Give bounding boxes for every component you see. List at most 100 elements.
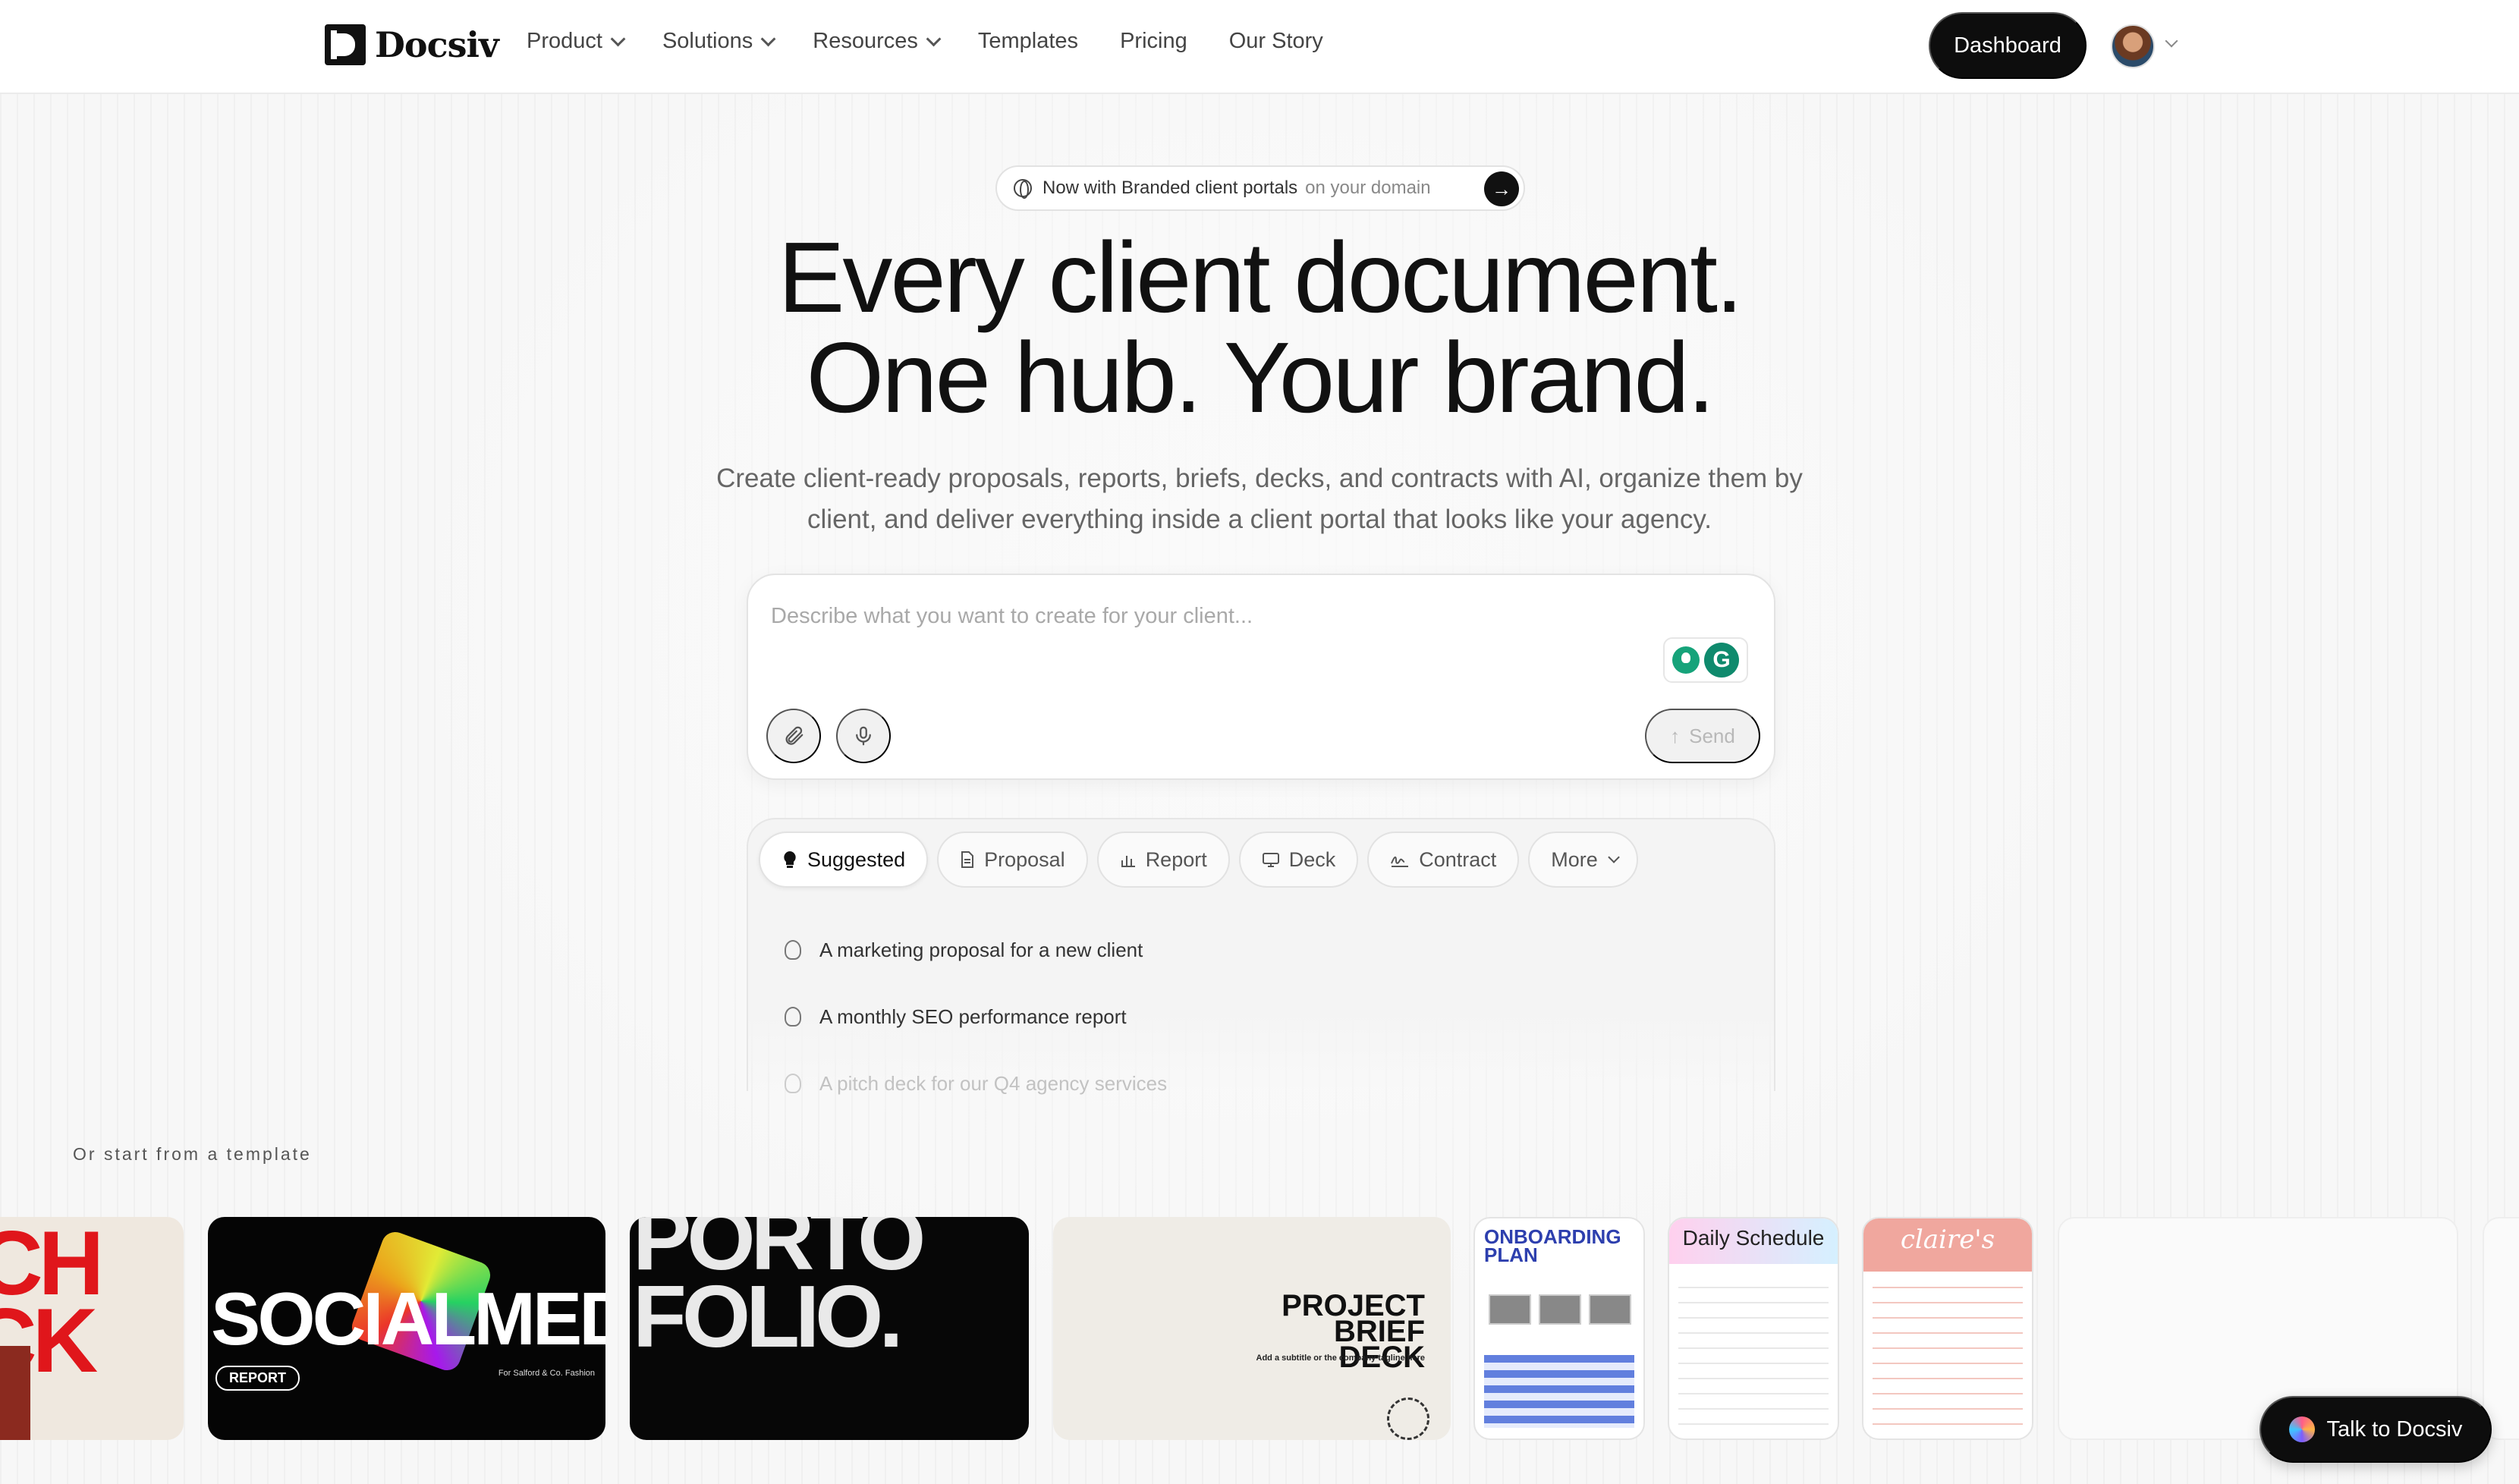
tab-label: Suggested <box>807 847 906 871</box>
ai-assistant-icon[interactable] <box>1672 646 1700 674</box>
extension-icons[interactable]: G <box>1663 637 1748 683</box>
brand-logo[interactable]: Docsiv <box>325 24 499 65</box>
grammarly-icon[interactable]: G <box>1704 643 1739 678</box>
sun-graphic <box>1387 1398 1429 1440</box>
prompt-box: G ↑ Send <box>747 574 1775 780</box>
tab-label: More <box>1551 847 1598 871</box>
template-card-partial[interactable] <box>2483 1217 2519 1440</box>
arrow-up-icon: ↑ <box>1670 724 1681 747</box>
globe-icon <box>1014 179 1032 199</box>
card-title: claire's <box>1900 1225 1995 1255</box>
tab-label: Report <box>1145 847 1207 871</box>
send-button[interactable]: ↑ Send <box>1645 709 1760 763</box>
badge-sub-text: on your domain <box>1305 178 1431 198</box>
suggestion-item[interactable]: A marketing proposal for a new client <box>785 916 1167 983</box>
headline-line-1: Every client document. <box>778 222 1743 333</box>
talk-to-docsiv-button[interactable]: Talk to Docsiv <box>2260 1396 2492 1463</box>
report-tag: REPORT <box>215 1366 300 1391</box>
building-image <box>0 1346 30 1440</box>
template-card-project-brief[interactable]: PROJECT BRIEF DECK Add a subtitle or the… <box>1053 1217 1451 1440</box>
nav-link-our-story[interactable]: Our Story <box>1229 29 1323 54</box>
chevron-down-icon <box>926 31 942 46</box>
nav-link-label: Our Story <box>1228 29 1323 53</box>
page-title: Every client document. One hub. Your bra… <box>0 228 2519 428</box>
presentation-icon <box>1262 853 1279 867</box>
tab-label: Deck <box>1288 847 1336 871</box>
tab-report[interactable]: Report <box>1096 832 1230 888</box>
brand-name: Docsiv <box>375 24 499 65</box>
schedule-table <box>1873 1287 2023 1429</box>
microphone-button[interactable] <box>836 709 891 763</box>
suggestion-tabs: Suggested Proposal Report Deck Contract … <box>759 832 1638 888</box>
avatar[interactable] <box>2111 24 2155 68</box>
team-photo <box>1589 1294 1631 1325</box>
nav-link-templates[interactable]: Templates <box>978 29 1078 54</box>
paperclip-icon <box>785 726 804 745</box>
nav-link-solutions[interactable]: Solutions <box>662 29 776 54</box>
hero-subheading: Create client-ready proposals, reports, … <box>716 464 1803 534</box>
template-card-pitch-deck[interactable]: CH CK <box>0 1217 184 1440</box>
nav-links: Product Solutions Resources Templates Pr… <box>527 29 1365 54</box>
announcement-badge[interactable]: Now with Branded client portals on your … <box>995 165 1525 211</box>
team-photo <box>1539 1294 1581 1325</box>
chevron-down-icon <box>1608 850 1620 863</box>
template-card-portfolio[interactable]: PORTO FOLIO. <box>630 1217 1029 1440</box>
chevron-down-icon[interactable] <box>2165 34 2178 48</box>
template-card-claires[interactable]: claire's <box>1862 1217 2033 1440</box>
logo-icon <box>325 24 366 65</box>
signature-icon <box>1391 856 1409 867</box>
tab-more[interactable]: More <box>1528 832 1638 888</box>
chevron-down-icon <box>610 31 626 46</box>
bulb-icon <box>785 1074 801 1093</box>
nav-link-pricing[interactable]: Pricing <box>1120 29 1187 54</box>
top-nav: Docsiv Product Solutions Resources Templ… <box>0 0 2519 94</box>
suggestion-text: A monthly SEO performance report <box>819 1005 1127 1028</box>
bulb-icon <box>785 1007 801 1027</box>
bulb-icon <box>784 851 796 868</box>
send-label: Send <box>1689 724 1735 747</box>
suggestion-item[interactable]: A pitch deck for our Q4 agency services <box>785 1050 1167 1117</box>
card-subtitle: Add a subtitle or the company tagline he… <box>1256 1354 1425 1363</box>
nav-link-resources[interactable]: Resources <box>813 29 942 54</box>
sparkle-icon <box>2288 1416 2315 1442</box>
templates-label: Or start from a template <box>73 1144 312 1164</box>
dashboard-button[interactable]: Dashboard <box>1929 12 2087 79</box>
nav-link-product[interactable]: Product <box>527 29 626 54</box>
arrow-right-icon: → <box>1484 171 1519 206</box>
suggestion-text: A pitch deck for our Q4 agency services <box>819 1071 1168 1095</box>
schedule-table <box>1678 1287 1829 1429</box>
card-title: SOCIALMEDIA <box>211 1277 605 1360</box>
card-title-line: PLAN <box>1484 1243 1538 1266</box>
nav-link-label: Solutions <box>662 29 753 53</box>
nav-link-label: Resources <box>813 29 918 53</box>
template-card-onboarding[interactable]: ONBOARDING PLAN <box>1473 1217 1645 1440</box>
tab-label: Proposal <box>984 847 1065 871</box>
card-title: Daily Schedule <box>1682 1226 1825 1250</box>
template-card-daily-schedule[interactable]: Daily Schedule <box>1668 1217 1839 1440</box>
talk-label: Talk to Docsiv <box>2326 1416 2463 1442</box>
prompt-input[interactable] <box>771 593 1681 639</box>
tab-label: Contract <box>1419 847 1497 871</box>
nav-link-label: Product <box>527 29 602 53</box>
tab-contract[interactable]: Contract <box>1367 832 1520 888</box>
tab-proposal[interactable]: Proposal <box>937 832 1088 888</box>
schedule-table <box>1484 1355 1634 1428</box>
card-title: PORTO FOLIO. <box>633 1217 926 1360</box>
chevron-down-icon <box>760 31 776 46</box>
suggestion-list: A marketing proposal for a new client A … <box>785 916 1167 1117</box>
microphone-icon <box>856 726 871 746</box>
suggestion-item[interactable]: A monthly SEO performance report <box>785 983 1167 1050</box>
template-card-social-media[interactable]: SOCIALMEDIA REPORT For Salford & Co. Fas… <box>208 1217 605 1440</box>
team-photo <box>1489 1294 1531 1325</box>
suggestions-panel: Suggested Proposal Report Deck Contract … <box>747 818 1775 1095</box>
nav-link-label: Templates <box>977 29 1079 53</box>
tab-suggested[interactable]: Suggested <box>759 832 929 888</box>
headline-line-2: One hub. Your brand. <box>806 322 1715 433</box>
bulb-icon <box>785 940 801 960</box>
tab-deck[interactable]: Deck <box>1238 832 1359 888</box>
suggestion-text: A marketing proposal for a new client <box>819 938 1143 961</box>
card-title: ONBOARDING PLAN <box>1484 1227 1621 1266</box>
bar-chart-icon <box>1121 856 1135 867</box>
attach-button[interactable] <box>766 709 821 763</box>
badge-main-text: Now with Branded client portals <box>1043 178 1298 198</box>
